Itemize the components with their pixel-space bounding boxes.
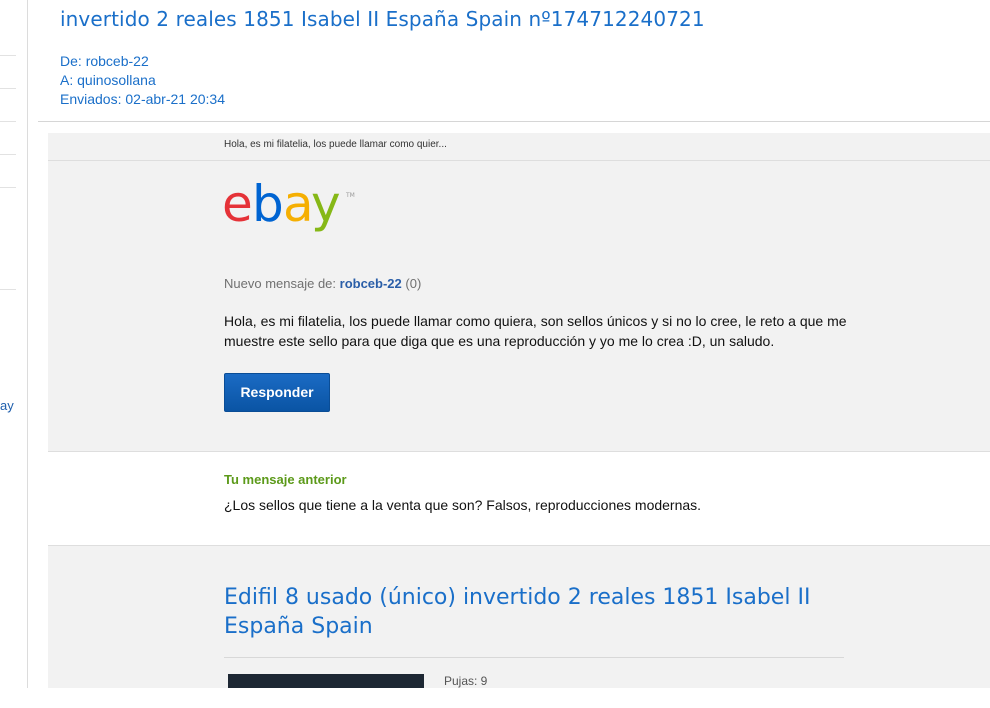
- sidebar-item-ebay[interactable]: ay: [0, 398, 14, 413]
- ebay-logo-e: e: [222, 178, 251, 233]
- sidebar-divider: [0, 88, 16, 89]
- message-header: invertido 2 reales 1851 Isabel II España…: [38, 0, 990, 122]
- ebay-logo-a: a: [283, 178, 311, 233]
- previous-message-title: Tu mensaje anterior: [224, 472, 347, 487]
- ebay-logo-y: y: [311, 178, 340, 233]
- sender-feedback: (0): [405, 276, 422, 291]
- item-divider: [224, 657, 844, 658]
- reply-button[interactable]: Responder: [224, 373, 330, 412]
- sender-link[interactable]: robceb-22: [340, 276, 402, 291]
- email-body: Hola, es mi filatelia, los puede llamar …: [48, 133, 990, 688]
- message-subject: invertido 2 reales 1851 Isabel II España…: [60, 7, 705, 31]
- ebay-logo-b: b: [252, 178, 281, 233]
- ebay-logo: e b a y TM: [222, 178, 372, 238]
- item-thumbnail[interactable]: [228, 674, 424, 688]
- previous-message-section: Tu mensaje anterior ¿Los sellos que tien…: [48, 451, 990, 546]
- sidebar: ay: [0, 0, 28, 688]
- message-text: Hola, es mi filatelia, los puede llamar …: [224, 313, 847, 349]
- item-title-link[interactable]: Edifil 8 usado (único) invertido 2 reale…: [224, 583, 844, 641]
- message-meta: De: robceb-22 A: quinosollana Enviados: …: [60, 52, 225, 109]
- from-value[interactable]: robceb-22: [86, 53, 149, 69]
- sidebar-divider: [0, 55, 16, 56]
- preheader: Hola, es mi filatelia, los puede llamar …: [48, 133, 990, 161]
- to-label: A:: [60, 72, 74, 88]
- new-message-line: Nuevo mensaje de: robceb-22 (0): [224, 276, 421, 291]
- from-row: De: robceb-22: [60, 52, 225, 71]
- to-value[interactable]: quinosollana: [77, 72, 156, 88]
- previous-message-text: ¿Los sellos que tiene a la venta que son…: [224, 497, 702, 513]
- bids-count: Pujas: 9: [444, 674, 488, 688]
- preheader-text: Hola, es mi filatelia, los puede llamar …: [224, 139, 447, 150]
- sidebar-divider: [0, 121, 16, 122]
- from-label: De:: [60, 53, 82, 69]
- sidebar-divider: [0, 187, 16, 188]
- sidebar-divider: [0, 154, 16, 155]
- new-message-label: Nuevo mensaje de:: [224, 276, 337, 291]
- sent-row: Enviados: 02-abr-21 20:34: [60, 90, 225, 109]
- to-row: A: quinosollana: [60, 71, 225, 90]
- sidebar-divider: [0, 289, 16, 290]
- sent-label: Enviados:: [60, 91, 122, 107]
- ebay-logo-tm: TM: [345, 192, 355, 199]
- sent-value: 02-abr-21 20:34: [125, 91, 226, 107]
